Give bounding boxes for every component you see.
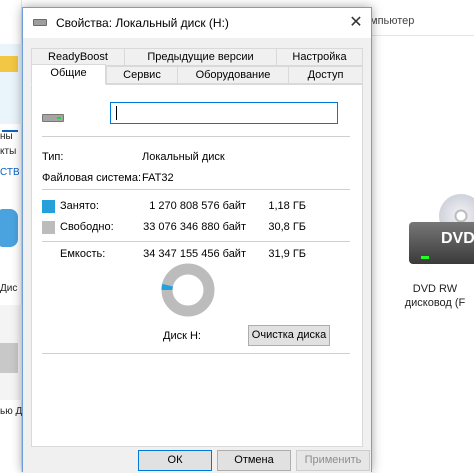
close-button[interactable]: ✕ — [341, 8, 371, 38]
capacity-label: Емкость: — [60, 248, 106, 260]
drive-icon — [0, 305, 22, 400]
disk-usage-donut — [161, 263, 215, 317]
ok-button[interactable]: ОК — [138, 450, 212, 471]
explorer-item-label: ны — [0, 131, 13, 142]
general-tab-panel: Тип: Локальный диск Файловая система: FA… — [31, 84, 363, 447]
dvd-drive-label[interactable]: DVD RW дисковод (F — [396, 282, 474, 310]
tab-sharing[interactable]: Доступ — [288, 66, 363, 84]
drive-icon — [0, 205, 22, 255]
type-label: Тип: — [42, 151, 64, 163]
separator — [42, 136, 350, 137]
explorer-navigation-pane — [0, 0, 22, 472]
separator — [42, 353, 350, 354]
disk-letter-label: Диск H: — [163, 330, 201, 342]
drive-led — [421, 256, 429, 259]
drive-icon-text: DVD — [441, 230, 474, 247]
explorer-item-label: Дис — [0, 283, 18, 294]
folder-icon — [0, 44, 22, 132]
close-icon: ✕ — [349, 14, 363, 31]
properties-dialog: Свойства: Локальный диск (H:) ✕ ReadyBoo… — [22, 7, 372, 473]
tab-hardware[interactable]: Оборудование — [177, 66, 289, 84]
separator — [42, 189, 350, 190]
explorer-breadcrumb[interactable]: мпьютер — [370, 15, 414, 27]
drive-icon — [42, 114, 64, 122]
type-value: Локальный диск — [142, 151, 225, 163]
used-gb: 1,18 ГБ — [268, 200, 306, 212]
capacity-gb: 31,9 ГБ — [268, 248, 306, 260]
explorer-item-label: СТВ — [0, 167, 20, 178]
free-gb: 30,8 ГБ — [268, 221, 306, 233]
used-space-swatch — [42, 200, 55, 213]
used-label: Занято: — [60, 200, 99, 212]
filesystem-value: FAT32 — [142, 172, 174, 184]
used-bytes: 1 270 808 576 байт — [149, 200, 246, 212]
filesystem-label: Файловая система: — [42, 172, 142, 184]
capacity-bytes: 34 347 155 456 байт — [143, 248, 246, 260]
dialog-body: ReadyBoost Предыдущие версии Настройка О… — [23, 38, 371, 473]
tab-general[interactable]: Общие — [31, 64, 106, 85]
dialog-titlebar[interactable]: Свойства: Локальный диск (H:) ✕ — [23, 8, 371, 38]
volume-name-input[interactable] — [110, 102, 338, 124]
cancel-button[interactable]: Отмена — [217, 450, 291, 471]
tab-customize[interactable]: Настройка — [276, 48, 363, 66]
separator — [42, 241, 350, 242]
apply-button[interactable]: Применить — [296, 450, 370, 471]
tab-tools[interactable]: Сервис — [106, 66, 178, 84]
dialog-title: Свойства: Локальный диск (H:) — [56, 16, 229, 30]
drive-body: DVD — [409, 222, 474, 264]
drive-icon — [33, 19, 47, 26]
free-bytes: 33 076 346 880 байт — [143, 221, 246, 233]
free-space-swatch — [42, 221, 55, 234]
free-label: Свободно: — [60, 221, 114, 233]
text-caret — [116, 106, 117, 120]
disk-cleanup-button[interactable]: Очистка диска — [248, 325, 330, 346]
explorer-item-label: кты — [0, 146, 17, 157]
dvd-drive-icon[interactable]: DVD — [403, 194, 474, 274]
tab-previous-versions[interactable]: Предыдущие версии — [124, 48, 277, 66]
free-space-ring — [161, 263, 215, 317]
